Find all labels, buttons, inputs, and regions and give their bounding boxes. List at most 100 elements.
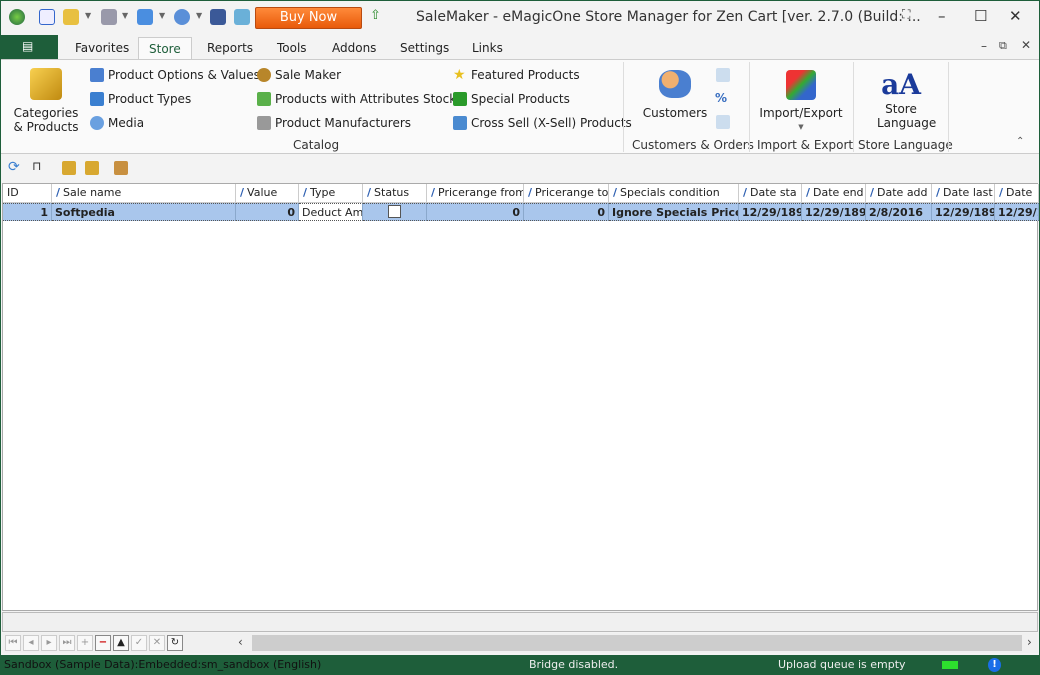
dropdown-icon[interactable]: ▼: [122, 11, 128, 20]
checklist-icon[interactable]: [39, 9, 55, 25]
column-header[interactable]: / Pricerange from: [427, 184, 524, 203]
label: Products with Attributes Stock: [275, 92, 457, 106]
percent-icon[interactable]: %: [715, 91, 727, 105]
sale-maker-button[interactable]: Sale Maker: [257, 68, 341, 82]
column-header[interactable]: / Date last: [932, 184, 995, 203]
categories-products-button[interactable]: Categories & Products: [11, 68, 81, 134]
column-header[interactable]: / Status: [363, 184, 427, 203]
table-cell[interactable]: 12/29/189: [739, 203, 802, 221]
column-header[interactable]: ID: [3, 184, 52, 203]
column-header[interactable]: / Value: [236, 184, 299, 203]
tab-reports[interactable]: Reports: [197, 37, 263, 59]
email-icon[interactable]: [716, 68, 730, 82]
customers-button[interactable]: Customers: [641, 70, 709, 120]
featured-products-button[interactable]: ★ Featured Products: [453, 68, 580, 82]
first-record-button[interactable]: ⏮: [5, 635, 21, 651]
cancel-record-button[interactable]: ✕: [149, 635, 165, 651]
delete-record-button[interactable]: −: [95, 635, 111, 651]
app-menu-button[interactable]: ▤: [1, 35, 58, 59]
media-button[interactable]: Media: [90, 116, 144, 130]
insert-record-button[interactable]: +: [77, 635, 93, 651]
refresh-records-button[interactable]: ↻: [167, 635, 183, 651]
dropdown-icon[interactable]: ▼: [196, 11, 202, 20]
group-label-customers: Customers & Orders: [632, 138, 754, 152]
facebook-icon[interactable]: [210, 9, 226, 25]
scroll-right-button[interactable]: ›: [1027, 635, 1032, 649]
product-types-button[interactable]: Product Types: [90, 92, 191, 106]
horizontal-scrollbar-thumb[interactable]: [252, 635, 1022, 651]
table-cell[interactable]: Softpedia: [52, 203, 236, 221]
column-header[interactable]: / Type: [299, 184, 363, 203]
dropdown-icon[interactable]: ▼: [85, 11, 91, 20]
tab-tools[interactable]: Tools: [267, 37, 317, 59]
notification-icon[interactable]: !: [988, 658, 1001, 672]
tab-addons[interactable]: Addons: [322, 37, 386, 59]
column-header[interactable]: / Pricerange to: [524, 184, 609, 203]
table-cell[interactable]: 12/29/189: [932, 203, 995, 221]
tab-links[interactable]: Links: [462, 37, 513, 59]
column-header[interactable]: / Specials condition: [609, 184, 739, 203]
next-record-button[interactable]: ▸: [41, 635, 57, 651]
buy-now-button[interactable]: Buy Now: [255, 7, 362, 29]
table-cell[interactable]: Ignore Specials Price -: [609, 203, 739, 221]
fullscreen-icon[interactable]: ⛶: [902, 7, 910, 22]
tab-store[interactable]: Store: [138, 37, 192, 59]
mdi-close-button[interactable]: ✕: [1021, 38, 1031, 52]
table-cell[interactable]: Deduct Amou: [299, 203, 363, 221]
table-cell[interactable]: 2/8/2016: [866, 203, 932, 221]
divider: [749, 62, 750, 152]
sales-grid: ID / Sale name / Value / Type / Status / Pricerang…: [2, 183, 1039, 611]
add-sale-icon[interactable]: [62, 161, 76, 175]
column-header[interactable]: / Date: [995, 184, 1039, 203]
table-cell[interactable]: 0: [427, 203, 524, 221]
column-header-label: Date end: [813, 186, 864, 199]
close-button[interactable]: ✕: [1009, 7, 1022, 25]
product-options-button[interactable]: Product Options & Values: [90, 68, 260, 82]
tab-settings[interactable]: Settings: [390, 37, 459, 59]
update-icon[interactable]: ⇧: [370, 8, 381, 23]
import-export-icon: [786, 70, 816, 100]
tab-favorites[interactable]: Favorites: [65, 37, 139, 59]
column-header-label: Date: [1006, 186, 1033, 199]
refresh-icon[interactable]: ⟳: [8, 159, 20, 175]
table-cell[interactable]: 1: [3, 203, 52, 221]
dropdown-icon[interactable]: ▼: [159, 11, 165, 20]
lock-icon[interactable]: [63, 9, 79, 25]
edit-record-button[interactable]: ▲: [113, 635, 129, 651]
cross-sell-button[interactable]: Cross Sell (X-Sell) Products: [453, 116, 632, 130]
table-cell[interactable]: 12/29/1: [995, 203, 1039, 221]
table-cell[interactable]: 0: [524, 203, 609, 221]
edit-mail-icon[interactable]: [716, 115, 730, 129]
mdi-minimize-button[interactable]: –: [981, 39, 987, 53]
column-header[interactable]: / Date end: [802, 184, 866, 203]
table-cell[interactable]: [363, 203, 427, 221]
edit-sale-icon[interactable]: [85, 161, 99, 175]
twitter-icon[interactable]: [234, 9, 250, 25]
special-products-button[interactable]: Special Products: [453, 92, 570, 106]
status-checkbox[interactable]: [388, 205, 401, 218]
column-header[interactable]: / Sale name: [52, 184, 236, 203]
attributes-stock-button[interactable]: Products with Attributes Stock: [257, 92, 456, 106]
table-cell[interactable]: 0: [236, 203, 299, 221]
import-export-button[interactable]: Import/Export ▼: [759, 70, 843, 134]
maximize-button[interactable]: ☐: [974, 7, 987, 25]
manufacturers-button[interactable]: Product Manufacturers: [257, 116, 411, 130]
last-record-button[interactable]: ⏭: [59, 635, 75, 651]
store-language-button[interactable]: aA Store Language: [865, 68, 937, 130]
delete-sale-icon[interactable]: [114, 161, 128, 175]
mdi-restore-button[interactable]: ⧉: [999, 39, 1007, 53]
windows-icon[interactable]: [137, 9, 153, 25]
fit-columns-icon[interactable]: ⊓: [32, 159, 41, 173]
minimize-button[interactable]: –: [938, 7, 946, 25]
column-header-label: Status: [374, 186, 410, 199]
column-header[interactable]: / Date add: [866, 184, 932, 203]
scroll-left-button[interactable]: ‹: [238, 635, 243, 649]
help-icon[interactable]: [174, 9, 190, 25]
label: Customers: [642, 106, 708, 120]
table-cell[interactable]: 12/29/189: [802, 203, 866, 221]
collapse-ribbon-icon[interactable]: ⌃: [1016, 136, 1024, 147]
report-icon[interactable]: [101, 9, 117, 25]
prior-record-button[interactable]: ◂: [23, 635, 39, 651]
column-header[interactable]: / Date sta: [739, 184, 802, 203]
post-record-button[interactable]: ✓: [131, 635, 147, 651]
